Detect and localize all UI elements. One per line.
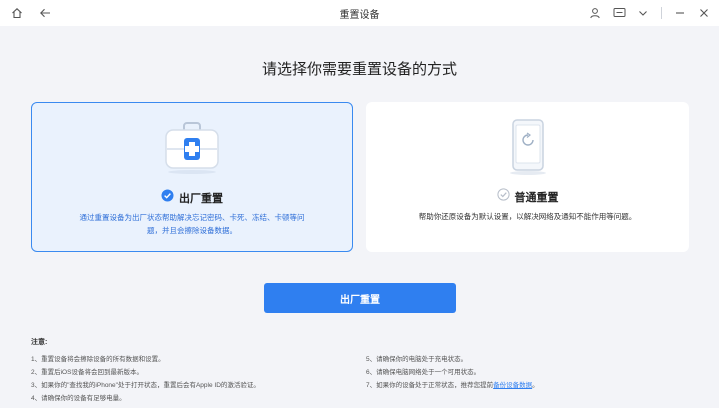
option-description: 帮助你还原设备为默认设置，以解决网络及通知不能作用等问题。 <box>418 212 637 221</box>
backup-data-link[interactable]: 备份设备数据 <box>493 382 532 389</box>
note-item: 7、如果你的设备处于正常状态，推荐您提前备份设备数据。 <box>366 382 539 389</box>
standard-reset-option-card[interactable]: 普通重置 帮助你还原设备为默认设置，以解决网络及通知不能作用等问题。 <box>366 102 689 252</box>
title-bar: 重置设备 <box>0 0 719 26</box>
check-circle-icon <box>161 189 174 207</box>
back-arrow-icon[interactable] <box>36 4 54 22</box>
note-item: 6、请确保电脑网络处于一个可用状态。 <box>366 369 481 376</box>
factory-reset-button[interactable]: 出厂重置 <box>264 283 456 313</box>
home-icon[interactable] <box>8 4 26 22</box>
note-item: 1、重置设备将会擦除设备的所有数据和设置。 <box>31 356 165 363</box>
notes-left-column: 1、重置设备将会擦除设备的所有数据和设置。 2、重置后iOS设备将会回到最新版本… <box>31 353 260 405</box>
option-label: 普通重置 <box>514 192 559 204</box>
user-icon[interactable] <box>586 4 604 22</box>
first-aid-kit-icon <box>160 121 224 180</box>
feedback-icon[interactable] <box>610 4 628 22</box>
note-item: 4、请确保你的设备有足够电量。 <box>31 395 126 402</box>
notes-title: 注意: <box>31 339 48 346</box>
chevron-down-icon[interactable] <box>634 4 652 22</box>
note-item: 2、重置后iOS设备将会回到最新版本。 <box>31 369 143 376</box>
notes-right-column: 5、请确保你的电脑处于充电状态。 6、请确保电脑网络处于一个可用状态。 7、如果… <box>366 353 539 392</box>
note-item: 3、如果你的"查找我的iPhone"处于打开状态，重置后会有Apple ID的激… <box>31 382 260 389</box>
option-description: 通过重置设备为出厂状态帮助解决忘记密码、卡死、冻结、卡顿等问 题，并且会擦除设备… <box>79 213 305 235</box>
factory-reset-option-card[interactable]: 出厂重置 通过重置设备为出厂状态帮助解决忘记密码、卡死、冻结、卡顿等问 题，并且… <box>31 102 353 252</box>
phone-refresh-icon <box>503 118 553 181</box>
titlebar-separator <box>661 7 662 19</box>
check-circle-outline-icon <box>496 188 510 206</box>
note-item: 5、请确保你的电脑处于充电状态。 <box>366 356 468 363</box>
page-heading: 请选择你需要重置设备的方式 <box>261 61 457 78</box>
close-icon[interactable] <box>695 4 713 22</box>
minimize-icon[interactable] <box>671 4 689 22</box>
option-label: 出厂重置 <box>179 193 223 205</box>
